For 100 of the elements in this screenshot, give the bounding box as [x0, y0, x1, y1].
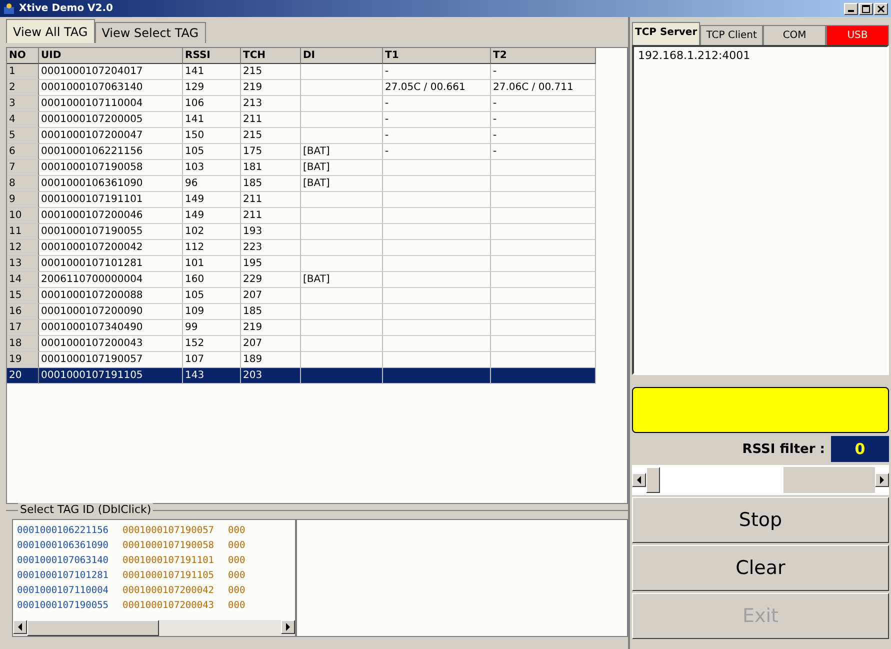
table-row[interactable]: 9 0001000107191101 149 211 — [7, 192, 596, 208]
column-header[interactable]: T1 — [383, 48, 491, 64]
table-cell: 27.06C / 00.711 — [491, 80, 596, 96]
column-header[interactable]: T2 — [491, 48, 596, 64]
table-cell: - — [491, 128, 596, 144]
window-title: Xtive Demo V2.0 — [19, 3, 114, 14]
table-cell: 27.05C / 00.661 — [383, 80, 491, 96]
right-arrow-icon — [285, 623, 291, 631]
minimize-button[interactable] — [844, 2, 858, 14]
row-number: 11 — [7, 224, 39, 240]
table-cell: 175 — [241, 144, 301, 160]
list-item[interactable]: 0001000107191105 — [122, 568, 214, 583]
group-title: Select TAG ID (DblClick) — [18, 503, 154, 516]
row-number: 2 — [7, 80, 39, 96]
row-number: 16 — [7, 304, 39, 320]
maximize-button[interactable] — [859, 2, 873, 14]
row-number: 17 — [7, 320, 39, 336]
list-item[interactable]: 0001000107110004 — [17, 583, 109, 598]
table-cell: 2006110700000004 — [39, 272, 183, 288]
row-number: 9 — [7, 192, 39, 208]
list-item[interactable]: 000 — [228, 553, 246, 568]
table-cell: 0001000107101281 — [39, 256, 183, 272]
table-cell: 109 — [183, 304, 241, 320]
table-cell: - — [383, 144, 491, 160]
table-cell: 219 — [241, 320, 301, 336]
table-row[interactable]: 18 0001000107200043 152 207 — [7, 336, 596, 352]
scroll-right-button[interactable] — [875, 473, 889, 487]
column-header[interactable]: NO — [7, 48, 39, 64]
column-header[interactable]: TCH — [241, 48, 301, 64]
table-cell: 0001000107204017 — [39, 64, 183, 80]
list-item[interactable]: 000 — [228, 598, 246, 613]
table-cell: 219 — [241, 80, 301, 96]
close-button[interactable] — [874, 2, 888, 14]
table-row[interactable]: 1 0001000107204017 141 215 - - — [7, 64, 596, 80]
column-header[interactable]: DI — [301, 48, 383, 64]
scroll-left-button[interactable] — [13, 620, 27, 634]
table-cell: - — [491, 112, 596, 128]
table-cell: 105 — [183, 288, 241, 304]
list-item[interactable]: 0001000107191101 — [122, 553, 214, 568]
scroll-right-button[interactable] — [281, 620, 295, 634]
list-item[interactable]: 0001000107101281 — [17, 568, 109, 583]
row-number: 13 — [7, 256, 39, 272]
list-item[interactable]: 000 — [228, 523, 246, 538]
tab[interactable]: COM — [763, 25, 826, 45]
table-row[interactable]: 8 0001000106361090 96 185 [BAT] — [7, 176, 596, 192]
tab[interactable]: TCP Server — [632, 22, 700, 45]
table-cell: 215 — [241, 64, 301, 80]
table-cell: 143 — [183, 368, 241, 384]
list-item[interactable]: 0001000106361090 — [17, 538, 109, 553]
rssi-slider[interactable] — [646, 467, 875, 493]
table-row[interactable]: 20 0001000107191105 143 203 — [7, 368, 596, 384]
row-number: 19 — [7, 352, 39, 368]
column-header[interactable]: UID — [39, 48, 183, 64]
table-row[interactable]: 13 0001000107101281 101 195 — [7, 256, 596, 272]
list-item[interactable]: 000 — [228, 583, 246, 598]
table-row[interactable]: 7 0001000107190058 103 181 [BAT] — [7, 160, 596, 176]
list-item[interactable]: 000 — [228, 568, 246, 583]
row-number: 8 — [7, 176, 39, 192]
table-cell: 215 — [241, 128, 301, 144]
table-row[interactable]: 16 0001000107200090 109 185 — [7, 304, 596, 320]
table-row[interactable]: 17 0001000107340490 99 219 — [7, 320, 596, 336]
table-row[interactable]: 15 0001000107200088 105 207 — [7, 288, 596, 304]
table-cell: - — [383, 64, 491, 80]
table-cell: [BAT] — [301, 176, 383, 192]
table-cell: 149 — [183, 208, 241, 224]
list-item[interactable]: 0001000107200043 — [122, 598, 214, 613]
scroll-left-button[interactable] — [632, 473, 646, 487]
table-row[interactable]: 2 0001000107063140 129 219 27.05C / 00.661 27.06C / 00.711 — [7, 80, 596, 96]
table-cell: 207 — [241, 336, 301, 352]
action-button[interactable]: Clear — [632, 545, 889, 591]
list-item[interactable]: 000 — [228, 538, 246, 553]
column-header[interactable]: RSSI — [183, 48, 241, 64]
tab[interactable]: TCP Client — [700, 25, 764, 45]
table-row[interactable]: 10 0001000107200046 149 211 — [7, 208, 596, 224]
table-row[interactable]: 4 0001000107200005 141 211 - - — [7, 112, 596, 128]
table-row[interactable]: 5 0001000107200047 150 215 - - — [7, 128, 596, 144]
table-cell: 0001000107200046 — [39, 208, 183, 224]
row-number: 14 — [7, 272, 39, 288]
action-button[interactable]: Stop — [632, 497, 889, 543]
list-item[interactable]: 0001000107063140 — [17, 553, 109, 568]
tab[interactable]: View All TAG — [6, 19, 95, 43]
list-item[interactable]: 0001000106221156 — [17, 523, 109, 538]
table-row[interactable]: 12 0001000107200042 112 223 — [7, 240, 596, 256]
table-cell: [BAT] — [301, 272, 383, 288]
table-row[interactable]: 14 2006110700000004 160 229 [BAT] — [7, 272, 596, 288]
table-row[interactable]: 6 0001000106221156 105 175 [BAT] - - — [7, 144, 596, 160]
table-row[interactable]: 11 0001000107190055 102 193 — [7, 224, 596, 240]
table-row[interactable]: 3 0001000107110004 106 213 - - — [7, 96, 596, 112]
table-cell: 0001000107340490 — [39, 320, 183, 336]
tab[interactable]: View Select TAG — [94, 22, 206, 43]
right-arrow-icon — [879, 476, 885, 484]
list-item[interactable]: 0001000107200042 — [122, 583, 214, 598]
list-item[interactable]: 0001000107190058 — [122, 538, 214, 553]
table-cell: 96 — [183, 176, 241, 192]
tab[interactable]: USB — [826, 25, 889, 45]
list-item[interactable]: 0001000107190055 — [17, 598, 109, 613]
slider-thumb[interactable] — [646, 467, 660, 493]
scroll-thumb[interactable] — [27, 620, 159, 636]
table-cell: 105 — [183, 144, 241, 160]
list-item[interactable]: 0001000107190057 — [122, 523, 214, 538]
